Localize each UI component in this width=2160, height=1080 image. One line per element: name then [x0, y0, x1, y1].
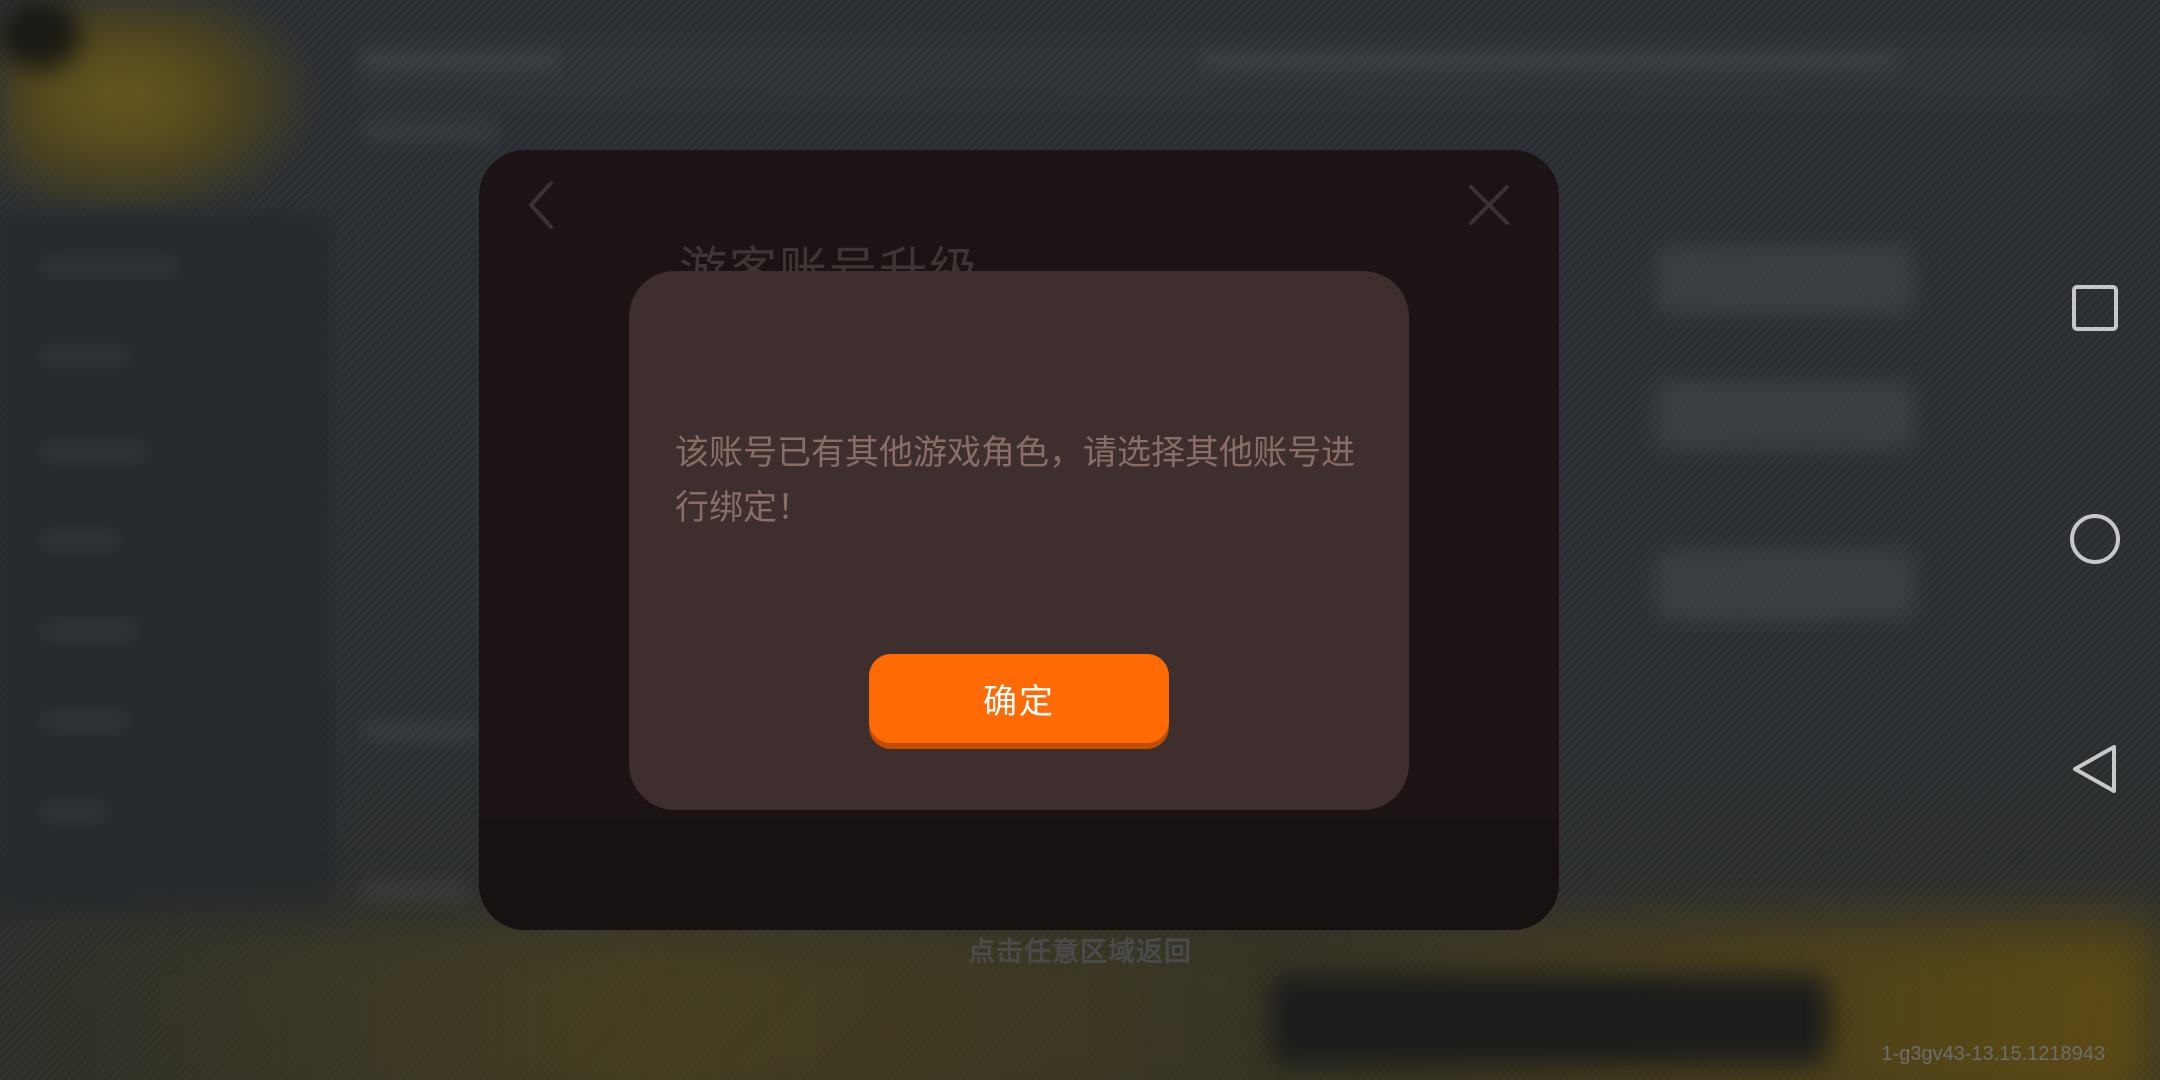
- confirm-button[interactable]: 确定: [869, 654, 1169, 743]
- panel-footer: [479, 820, 1559, 930]
- system-navigation-bar: [2030, 0, 2160, 1080]
- bg-right-card: [1655, 380, 1915, 450]
- bg-sidebar-line: [40, 530, 120, 552]
- bg-sidebar-line: [40, 620, 140, 642]
- bg-right-card: [1655, 550, 1915, 620]
- version-label: 1-g3gv43-13.15.1218943: [1881, 1043, 2105, 1065]
- bg-sidebar-line: [40, 345, 130, 367]
- home-icon[interactable]: [2065, 509, 2125, 569]
- dialog-message: 该账号已有其他游戏角色，请选择其他账号进行绑定！: [675, 433, 1355, 528]
- bg-right-card: [1655, 245, 1915, 315]
- bg-bottom-button: [1270, 975, 1830, 1065]
- recents-icon[interactable]: [2065, 278, 2125, 338]
- bg-sidebar-line: [40, 440, 150, 462]
- bg-sidebar-line: [40, 710, 130, 732]
- bg-header-line: [1200, 50, 1900, 72]
- bg-header-line: [360, 50, 560, 72]
- bg-sidebar-line: [40, 255, 180, 277]
- close-icon[interactable]: [1459, 175, 1519, 235]
- alert-dialog: 该账号已有其他游戏角色，请选择其他账号进行绑定！ 确定: [629, 271, 1409, 810]
- bg-content-line: [360, 720, 480, 742]
- back-icon[interactable]: [2065, 739, 2125, 799]
- chevron-left-icon[interactable]: [513, 175, 573, 235]
- screen: 点击任意区域返回 游客账号升级 该账号已有其他游戏角色，请选择其他账号进行绑定！…: [0, 0, 2160, 1080]
- bg-header-line: [360, 120, 500, 142]
- bg-content-line: [360, 880, 470, 902]
- bg-logo-shadow: [0, 0, 80, 70]
- bg-sidebar-line: [40, 800, 110, 822]
- tap-anywhere-to-return-hint: 点击任意区域返回: [968, 937, 1192, 968]
